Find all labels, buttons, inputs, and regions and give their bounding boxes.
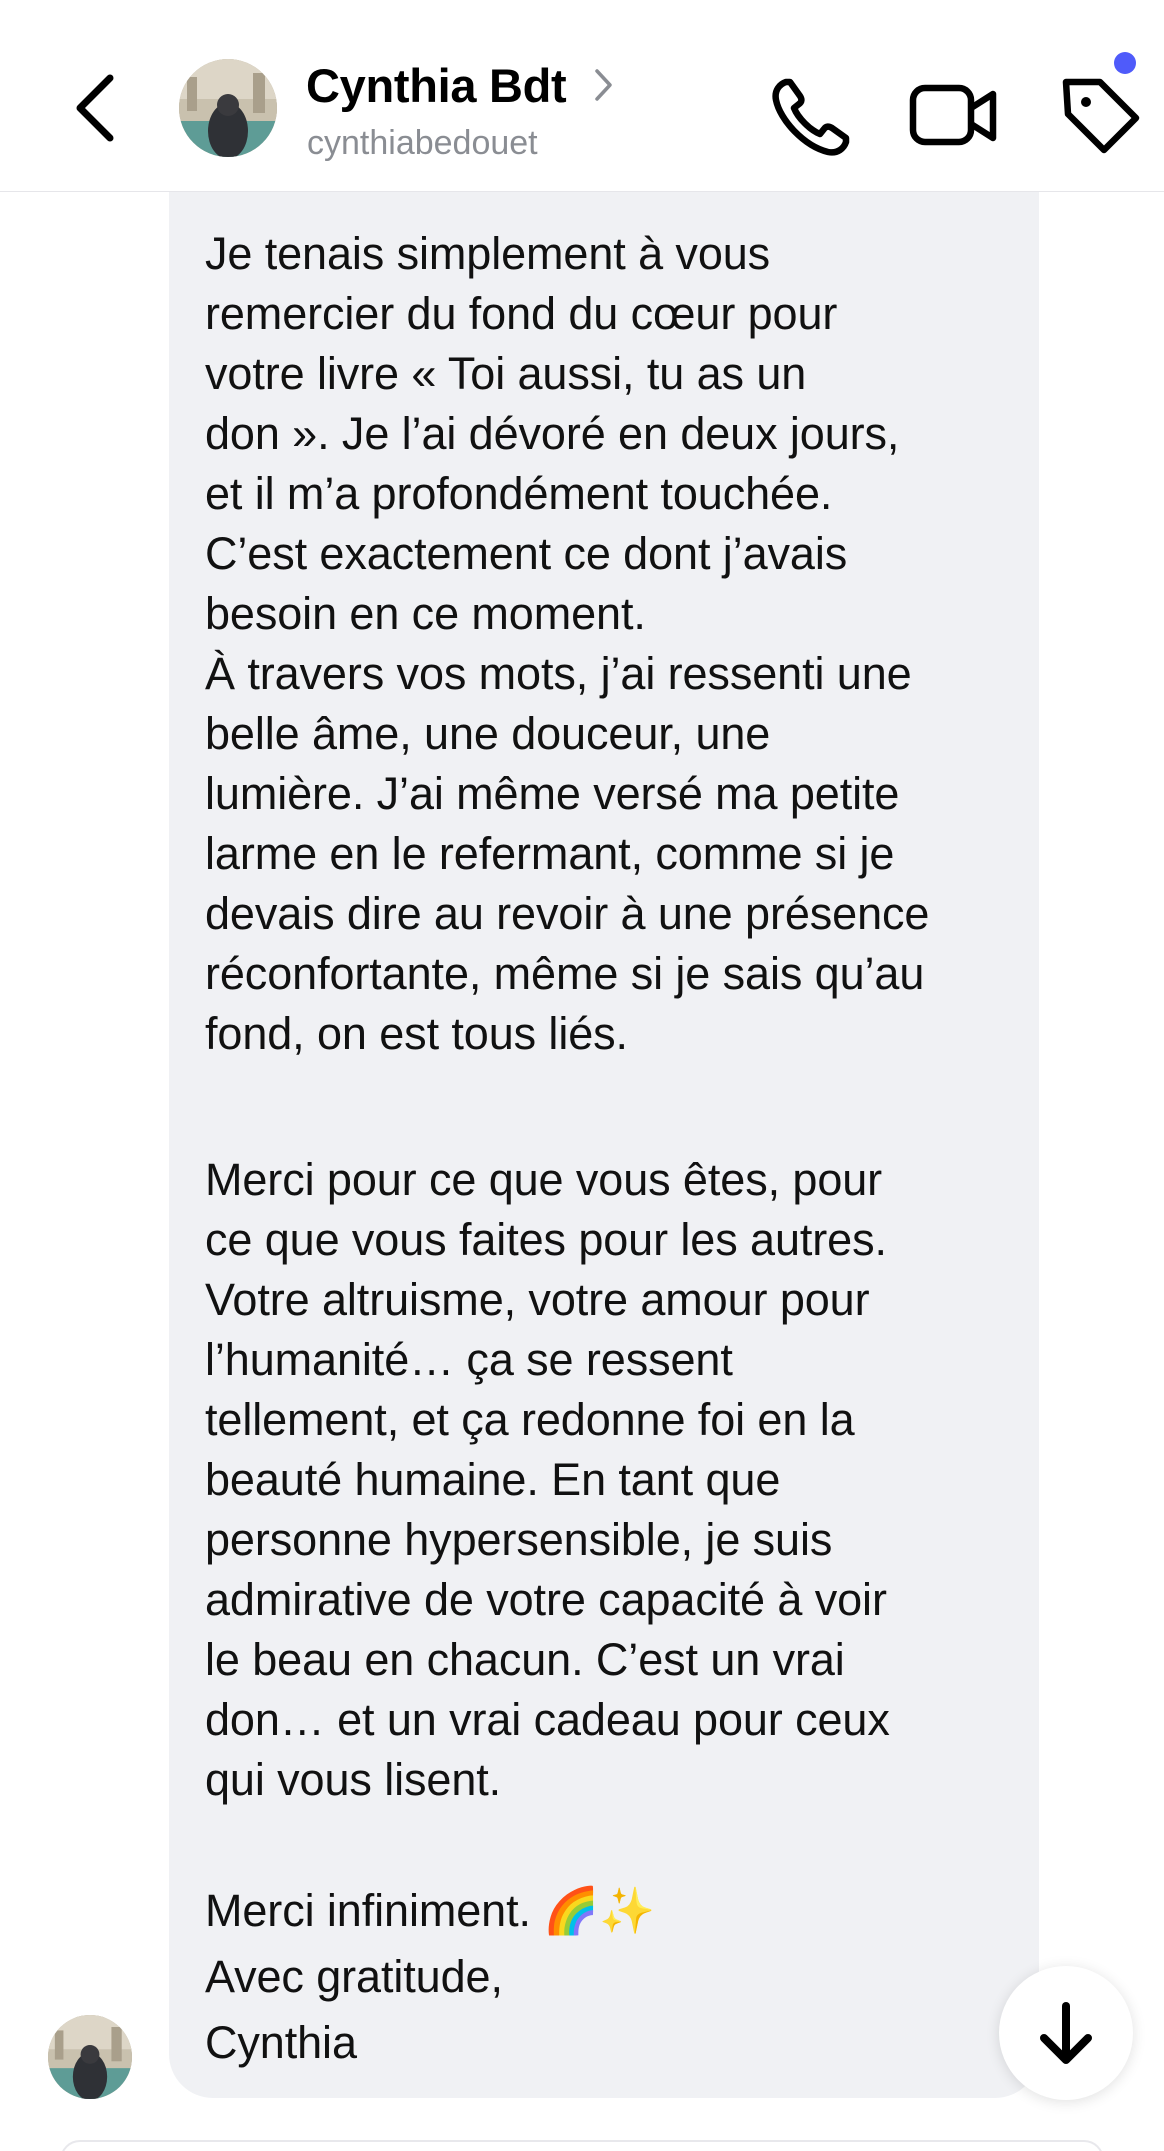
scroll-to-bottom-button[interactable] bbox=[999, 1966, 1133, 2100]
avatar-photo bbox=[179, 59, 277, 157]
avatar-photo bbox=[48, 2015, 132, 2099]
message-paragraph: Merci infiniment. 🌈✨ Avec gratitude, Cyn… bbox=[205, 1885, 656, 2068]
chevron-right-icon[interactable] bbox=[592, 66, 616, 104]
arrow-down-icon bbox=[1040, 2002, 1092, 2064]
back-button[interactable] bbox=[62, 68, 132, 148]
message-composer[interactable] bbox=[60, 2140, 1104, 2151]
contact-username: cynthiabedouet bbox=[307, 124, 538, 162]
message-paragraph: Je tenais simplement à vous remercier du… bbox=[205, 228, 930, 1059]
call-button[interactable] bbox=[764, 68, 860, 164]
sender-avatar[interactable] bbox=[48, 2015, 132, 2099]
tag-button[interactable] bbox=[1052, 66, 1148, 162]
chevron-left-icon bbox=[76, 74, 114, 142]
tag-icon bbox=[1062, 78, 1140, 154]
contact-avatar[interactable] bbox=[179, 59, 277, 157]
video-camera-icon bbox=[909, 84, 997, 146]
chat-screen: Cynthia Bdt cynthiabedouet Je tenais sim… bbox=[0, 0, 1164, 2151]
video-call-button[interactable] bbox=[905, 68, 1001, 164]
contact-name[interactable]: Cynthia Bdt bbox=[306, 58, 567, 113]
notification-dot bbox=[1114, 52, 1136, 74]
chat-header: Cynthia Bdt cynthiabedouet bbox=[0, 0, 1164, 192]
message-paragraph: Merci pour ce que vous êtes, pour ce que… bbox=[205, 1154, 890, 1805]
phone-icon bbox=[772, 78, 850, 156]
